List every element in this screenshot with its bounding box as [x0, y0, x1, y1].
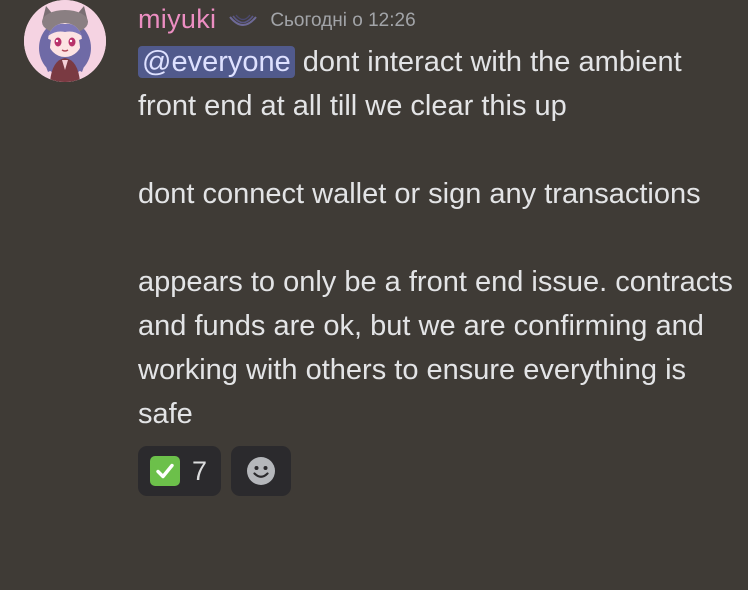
message-paragraph: appears to only be a front end issue. co… [138, 266, 733, 430]
everyone-mention[interactable]: @everyone [138, 46, 295, 78]
message-content: miyuki Сьогодні о 12:26 @everyone dont i… [138, 0, 738, 496]
message-paragraph: dont connect wallet or sign any transact… [138, 178, 701, 210]
message-timestamp[interactable]: Сьогодні о 12:26 [270, 10, 415, 32]
anime-avatar-icon[interactable] [24, 0, 106, 82]
white-check-mark-icon [150, 456, 180, 486]
reaction-check[interactable]: 7 [138, 446, 222, 496]
chat-message: miyuki Сьогодні о 12:26 @everyone dont i… [0, 0, 748, 590]
username[interactable]: miyuki [138, 4, 216, 35]
message-body: @everyone dont interact with the ambient… [138, 40, 738, 436]
crescent-role-icon [229, 14, 258, 26]
smiley-add-reaction-icon [247, 457, 276, 485]
message-paragraph: @everyone dont interact with the ambient… [138, 40, 738, 128]
reactions-bar: 7 [138, 446, 738, 496]
add-reaction-button[interactable] [231, 446, 292, 496]
message-header: miyuki Сьогодні о 12:26 [138, 0, 738, 38]
reaction-count: 7 [192, 455, 208, 486]
